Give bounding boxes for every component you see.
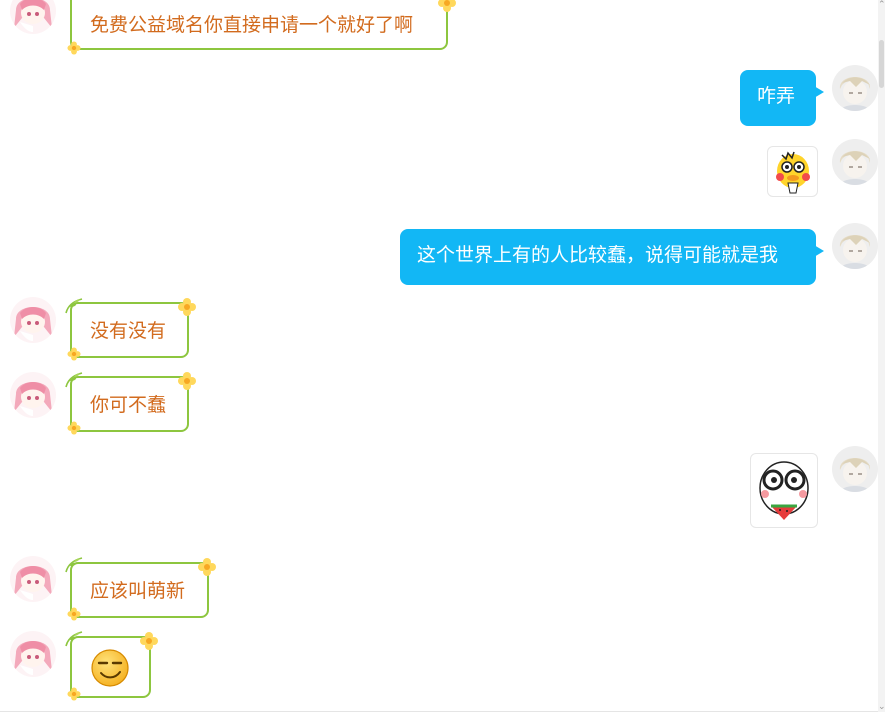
flower-icon [66, 686, 82, 702]
scroll-thumb[interactable] [879, 40, 884, 88]
my-avatar[interactable] [832, 223, 878, 269]
flower-icon [176, 370, 198, 392]
blonde-boy-avatar-icon [832, 65, 878, 111]
pink-hair-girl-avatar-icon [10, 297, 56, 343]
flower-icon [138, 630, 160, 652]
smug-smile-emoji-icon [91, 649, 129, 687]
bubble-tail [814, 86, 824, 98]
flower-icon [66, 346, 82, 362]
duck-icon [776, 151, 810, 194]
vine-leaf-icon [64, 371, 84, 389]
contact-avatar[interactable] [10, 297, 56, 343]
chat-message-area[interactable]: 免费公益域名你直接申请一个就好了啊 咋弄 这个世界上有的人比较蠢，说得可能就是我… [0, 0, 878, 712]
incoming-message-bubble[interactable]: 免费公益域名你直接申请一个就好了啊 [70, 0, 448, 50]
contact-avatar[interactable] [10, 372, 56, 418]
message-text: 免费公益域名你直接申请一个就好了啊 [90, 14, 414, 36]
vine-leaf-icon [64, 630, 84, 648]
contact-avatar[interactable] [10, 556, 56, 602]
message-text: 没有没有 [90, 320, 167, 342]
message-text: 应该叫萌新 [90, 580, 186, 602]
my-avatar[interactable] [832, 139, 878, 185]
bubble-tail [814, 245, 824, 257]
message-text: 你可不蠢 [90, 394, 167, 416]
incoming-message-bubble[interactable]: 没有没有 [70, 302, 189, 358]
blonde-boy-avatar-icon [832, 446, 878, 492]
incoming-message-bubble[interactable]: 应该叫萌新 [70, 562, 209, 618]
incoming-message-bubble[interactable]: 你可不蠢 [70, 376, 189, 432]
contact-avatar[interactable] [10, 0, 56, 34]
flower-icon [196, 556, 218, 578]
flower-icon [176, 296, 198, 318]
flower-icon [66, 40, 82, 56]
watermelon-face-sticker[interactable] [750, 453, 818, 528]
vine-leaf-icon [64, 556, 84, 574]
my-avatar[interactable] [832, 65, 878, 111]
pink-hair-girl-avatar-icon [10, 0, 56, 34]
yellow-duck-sticker[interactable] [767, 146, 818, 197]
scroll-up-arrow-icon[interactable]: ⌃ [878, 0, 885, 10]
message-text: 咋弄 [757, 85, 796, 107]
flower-icon [436, 0, 458, 14]
blonde-boy-avatar-icon [832, 139, 878, 185]
vine-leaf-icon [64, 297, 84, 315]
flower-icon [66, 606, 82, 622]
blonde-boy-avatar-icon [832, 223, 878, 269]
outgoing-message-bubble[interactable]: 咋弄 [740, 70, 816, 126]
flower-icon [66, 420, 82, 436]
watermelon-face-icon [759, 461, 809, 520]
pink-hair-girl-avatar-icon [10, 556, 56, 602]
vertical-scrollbar[interactable]: ⌃ ⌄ [878, 0, 885, 712]
pink-hair-girl-avatar-icon [10, 372, 56, 418]
message-text: 这个世界上有的人比较蠢，说得可能就是我 [417, 244, 779, 266]
my-avatar[interactable] [832, 446, 878, 492]
pink-hair-girl-avatar-icon [10, 631, 56, 677]
scroll-down-arrow-icon[interactable]: ⌄ [878, 702, 885, 712]
outgoing-message-bubble[interactable]: 这个世界上有的人比较蠢，说得可能就是我 [400, 229, 816, 285]
contact-avatar[interactable] [10, 631, 56, 677]
